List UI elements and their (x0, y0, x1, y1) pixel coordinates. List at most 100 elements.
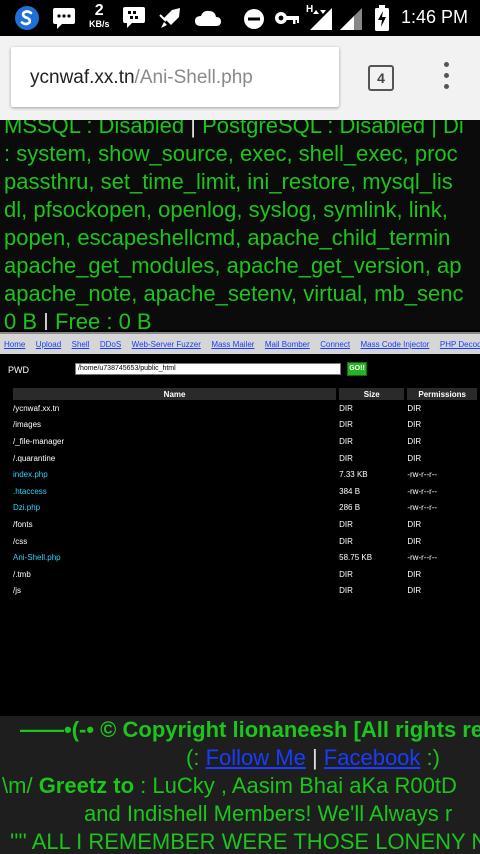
battery-charging-icon (375, 5, 389, 31)
mssql-status: MSSQL : Disabled (4, 120, 185, 138)
nav-ddos-link[interactable]: DDoS (100, 335, 121, 354)
info-separator: | (190, 120, 196, 138)
file-permissions: DIR (407, 453, 422, 463)
follow-suffix: :) (426, 745, 440, 770)
greetz-line: \m/ Greetz to : LuCky , Aasim Bhai aKa R… (2, 772, 457, 800)
file-permissions: DIR (407, 403, 422, 413)
network-speed: 2 KB/s (89, 3, 110, 29)
url-path: /Ani-Shell.php (134, 67, 253, 88)
nav-home-link[interactable]: Home (4, 335, 25, 354)
file-size: DIR (339, 453, 353, 463)
disabled-functions-line-6: apache_note, apache_setenv, virtual, mb_… (4, 281, 464, 306)
table-row: .htaccess 384 B -rw-r--r-- (13, 483, 477, 500)
file-table-header: Name Size Permissions (13, 388, 477, 400)
nav-connect-link[interactable]: Connect (320, 335, 350, 354)
greetz-label: Greetz to (38, 773, 135, 798)
nav-mass-mailer-link[interactable]: Mass Mailer (211, 335, 254, 354)
file-name-link[interactable]: /fonts (13, 516, 336, 533)
nav-mass-code-injector-link[interactable]: Mass Code Injector (361, 335, 430, 354)
file-size: DIR (339, 536, 353, 546)
greetz-prefix: \m/ (2, 773, 33, 798)
file-name-link[interactable]: Dzi.php (13, 500, 336, 517)
disabled-functions-line-2: passthru, set_time_limit, ini_restore, m… (4, 169, 453, 194)
file-permissions: DIR (407, 536, 422, 546)
disk-free: Free : 0 B (55, 309, 152, 330)
permissions-column-header: Permissions (407, 388, 477, 400)
info-line-1-tail: | Di (431, 120, 464, 138)
nav-upload-link[interactable]: Upload (36, 335, 61, 354)
file-size: 384 B (339, 486, 361, 496)
file-size: DIR (339, 420, 353, 430)
status-time: 1:46 PM (400, 7, 468, 27)
facebook-link[interactable]: Facebook (324, 745, 421, 770)
disabled-functions-line-4: popen, escapeshellcmd, apache_child_term… (4, 225, 451, 250)
status-bar: 2 KB/s H 1:46 PM (0, 0, 480, 36)
table-row: /js DIR DIR (13, 583, 477, 600)
file-name-link[interactable]: /ycnwaf.xx.tn (13, 400, 336, 417)
file-name-link[interactable]: /css (13, 533, 336, 550)
size-column-header: Size (339, 388, 405, 400)
follow-me-link[interactable]: Follow Me (206, 745, 306, 770)
follow-separator: | (311, 745, 318, 770)
table-row: /_file-manager DIR DIR (13, 433, 477, 450)
table-row: index.php 7.33 KB -rw-r--r-- (13, 466, 477, 483)
server-info: MSSQL : Disabled | PostgreSQL : Disabled… (0, 120, 480, 330)
url-text: ycnwaf.xx.tn/Ani-Shell.php (30, 67, 253, 89)
disk-total: 0 B (4, 309, 38, 330)
nav-shell-link[interactable]: Shell (72, 335, 90, 354)
do-not-disturb-icon (244, 9, 264, 29)
cloud-icon (195, 10, 221, 26)
file-permissions: -rw-r--r-- (407, 553, 438, 563)
file-name-link[interactable]: /_file-manager (13, 433, 336, 450)
postgresql-status: PostgreSQL : Disabled (202, 120, 426, 138)
key-icon (275, 12, 299, 24)
nav-mail-bomber-link[interactable]: Mail Bomber (265, 335, 310, 354)
nav-php-decoder-link[interactable]: PHP Decoder (440, 335, 480, 354)
file-permissions: DIR (407, 586, 422, 596)
file-permissions: -rw-r--r-- (407, 503, 438, 513)
file-permissions: -rw-r--r-- (407, 486, 438, 496)
copyright-line: ——•(-• © Copyright lionaneesh [All right… (20, 716, 480, 744)
address-bar[interactable]: ycnwaf.xx.tn/Ani-Shell.php (11, 47, 339, 107)
name-column-header: Name (13, 388, 337, 400)
file-name-link[interactable]: /images (13, 417, 336, 434)
file-permissions: DIR (407, 420, 422, 430)
file-size: 58.75 KB (339, 553, 373, 563)
file-permissions: DIR (407, 519, 422, 529)
quote-line: '''' ALL I REMEMBER WERE THOSE LONENY N (10, 829, 480, 854)
bbm-icon (123, 7, 145, 28)
speed-value: 2 (94, 2, 104, 19)
file-name-link[interactable]: /.quarantine (13, 450, 336, 467)
info-line-1: MSSQL : Disabled | PostgreSQL : Disabled… (4, 120, 464, 140)
file-size: DIR (339, 569, 353, 579)
file-size: 286 B (339, 503, 361, 513)
cell-signal-icon (340, 8, 362, 30)
file-name-link[interactable]: /js (13, 583, 336, 600)
file-permissions: DIR (407, 436, 422, 446)
table-row: /images DIR DIR (13, 417, 477, 434)
pwd-input[interactable]: /home/u738745653/public_html (75, 363, 341, 375)
table-row: Ani-Shell.php 58.75 KB -rw-r--r-- (13, 549, 477, 566)
go-button[interactable]: GO!! (347, 362, 367, 376)
file-size: DIR (339, 403, 353, 413)
pwd-row: PWD /home/u738745653/public_html GO!! (0, 360, 480, 384)
file-name-link[interactable]: index.php (13, 466, 336, 483)
table-row: Dzi.php 286 B -rw-r--r-- (13, 500, 477, 517)
nav-web-server-fuzzer-link[interactable]: Web-Server Fuzzer (132, 335, 201, 354)
follow-line: (: Follow Me | Facebook :) (186, 744, 440, 772)
pwd-label: PWD (8, 365, 29, 375)
file-permissions: -rw-r--r-- (407, 470, 438, 480)
file-name-link[interactable]: .htaccess (13, 483, 336, 500)
file-name-link[interactable]: Ani-Shell.php (13, 549, 336, 566)
tab-switcher-button[interactable]: 4 (368, 65, 394, 91)
disk-usage-line: 0 B | Free : 0 B (4, 308, 152, 330)
overflow-menu-icon[interactable] (436, 62, 456, 92)
data-arrows-icon (310, 8, 332, 30)
follow-prefix: (: (186, 745, 200, 770)
disabled-functions-line-1: : system, show_source, exec, shell_exec,… (4, 141, 458, 166)
file-name-link[interactable]: /.tmb (13, 566, 336, 583)
footer: ——•(-• © Copyright lionaneesh [All right… (0, 716, 480, 854)
table-row: /ycnwaf.xx.tn DIR DIR (13, 400, 477, 417)
page-content: MSSQL : Disabled | PostgreSQL : Disabled… (0, 120, 480, 854)
file-table: Name Size Permissions /ycnwaf.xx.tn DIR DI… (10, 388, 480, 599)
